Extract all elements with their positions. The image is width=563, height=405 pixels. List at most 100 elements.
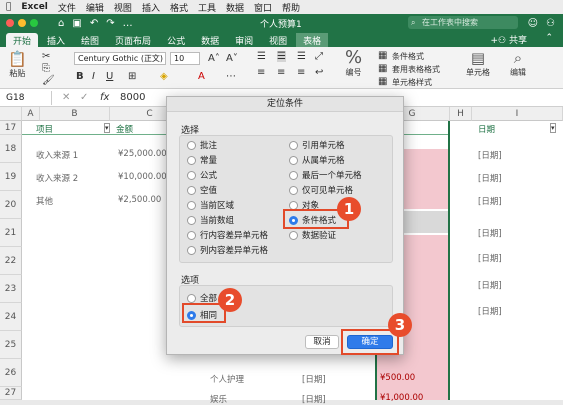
amount-cell[interactable]: ¥2,500.00 [118,195,161,205]
cells-button[interactable]: ▤ 单元格 [466,49,490,78]
menu-format[interactable]: 格式 [170,1,188,14]
confirm-formula-icon[interactable]: ✓ [80,92,88,103]
menu-edit[interactable]: 编辑 [86,1,104,14]
more-icon[interactable]: … [123,18,133,29]
menu-insert[interactable]: 插入 [142,1,160,14]
align-right-icon[interactable]: ≡ [297,67,305,78]
row-header[interactable]: 25 [0,331,22,359]
menu-data[interactable]: 数据 [226,1,244,14]
column-header-b[interactable]: B [40,107,110,121]
tab-data[interactable]: 数据 [194,33,226,47]
radio-row-differences[interactable]: 行内容差异单元格 [187,229,268,241]
underline-icon[interactable]: U [106,71,113,82]
conditional-format-icon[interactable]: ▦ [378,50,387,61]
home-icon[interactable]: ⌂ [58,18,64,29]
amount-cell[interactable]: ¥500.00 [380,373,415,383]
radio-blanks[interactable]: 空值 [187,184,217,196]
paste-button[interactable]: 📋 粘贴 [8,50,27,79]
format-painter-icon[interactable]: 🖌 [42,75,55,86]
tab-draw[interactable]: 绘图 [74,33,106,47]
cell-styles-button[interactable]: 单元格样式 [392,77,432,88]
smiley-icon[interactable]: ☺ [528,18,538,29]
conditional-format-button[interactable]: 条件格式 [392,51,424,62]
radio-formulas[interactable]: 公式 [187,169,217,181]
row-header[interactable]: 24 [0,303,22,331]
row-header[interactable]: 20 [0,191,22,219]
bold-icon[interactable]: B [76,71,84,82]
font-name-select[interactable]: Century Gothic (正文) [74,52,166,65]
row-header[interactable]: 27 [0,387,22,400]
radio-comments[interactable]: 批注 [187,139,217,151]
tab-review[interactable]: 审阅 [228,33,260,47]
item-cell[interactable]: 其他 [36,195,53,207]
edit-button[interactable]: ⌕ 编辑 [510,49,526,78]
table-format-icon[interactable]: ▦ [378,63,387,74]
row-header[interactable]: 17 [0,121,22,135]
apple-icon[interactable]:  [6,2,11,12]
sheet-search[interactable]: ⌕ 在工作表中搜索 [408,16,518,29]
menu-tools[interactable]: 工具 [198,1,216,14]
row-header[interactable]: 19 [0,163,22,191]
align-top-icon[interactable]: ☰ [257,51,266,62]
italic-icon[interactable]: I [92,71,95,82]
tab-formulas[interactable]: 公式 [160,33,192,47]
radio-precedents[interactable]: 引用单元格 [289,139,345,151]
cancel-button[interactable]: 取消 [305,335,339,349]
radio-constants[interactable]: 常量 [187,154,217,166]
align-left-icon[interactable]: ≡ [257,67,265,78]
corner-select-all[interactable] [0,107,22,121]
app-menu-excel[interactable]: Excel [21,2,47,12]
wrap-text-icon[interactable]: ↩ [315,67,323,78]
cut-icon[interactable]: ✂ [42,51,50,62]
item-cell[interactable]: 娱乐 [210,393,227,405]
zoom-window-button[interactable] [30,19,38,27]
more-font-icon[interactable]: ⋯ [226,71,236,82]
tab-view[interactable]: 视图 [262,33,294,47]
date-cell[interactable]: [日期] [302,393,326,405]
date-cell[interactable]: [日期] [478,195,502,207]
align-middle-icon[interactable]: ☰ [277,51,286,62]
align-bottom-icon[interactable]: ☰ [297,51,306,62]
amount-cell[interactable]: ¥25,000.00 [118,149,167,159]
date-cell[interactable]: [日期] [478,172,502,184]
column-header-a[interactable]: A [22,107,40,121]
radio-column-differences[interactable]: 列内容差异单元格 [187,244,268,256]
item-cell[interactable]: 收入来源 1 [36,149,78,161]
row-header[interactable]: 23 [0,275,22,303]
row-header[interactable]: 26 [0,359,22,387]
cell-styles-icon[interactable]: ▦ [378,76,387,87]
copy-icon[interactable]: ⎘ [42,63,50,74]
name-box[interactable]: G18 [2,91,52,105]
date-cell[interactable]: [日期] [478,149,502,161]
date-cell[interactable]: [日期] [478,252,502,264]
radio-current-array[interactable]: 当前数组 [187,214,234,226]
redo-icon[interactable]: ↷ [106,18,114,29]
borders-icon[interactable]: ⊞ [128,71,136,82]
decrease-font-icon[interactable]: A˅ [226,53,238,64]
share-button[interactable]: +⚇ 共享 [491,33,528,46]
date-cell[interactable]: [日期] [478,227,502,239]
column-header-i[interactable]: I [472,107,563,121]
align-center-icon[interactable]: ≡ [277,67,285,78]
column-header-h[interactable]: H [450,107,472,121]
user-icon[interactable]: ⚇ [546,18,555,29]
font-size-select[interactable]: 10 [170,52,200,65]
filter-dropdown-icon[interactable]: ▾ [550,123,556,133]
fill-color-icon[interactable]: ◈ [160,71,168,82]
menu-file[interactable]: 文件 [58,1,76,14]
orientation-icon[interactable]: ⤢ [315,51,323,62]
item-cell[interactable]: 收入来源 2 [36,172,78,184]
amount-cell[interactable]: ¥10,000.00 [118,172,167,182]
radio-data-validation[interactable]: 数据验证 [289,229,336,241]
minimize-window-button[interactable] [18,19,26,27]
increase-font-icon[interactable]: A˄ [208,53,220,64]
item-cell[interactable]: 个人护理 [210,373,244,385]
row-header[interactable]: 22 [0,247,22,275]
function-icon[interactable]: fx [100,92,109,103]
undo-icon[interactable]: ↶ [90,18,98,29]
menu-window[interactable]: 窗口 [254,1,272,14]
number-format-button[interactable]: % 编号 [345,49,362,78]
close-window-button[interactable] [6,19,14,27]
row-header[interactable]: 21 [0,219,22,247]
cancel-formula-icon[interactable]: ✕ [62,92,70,103]
